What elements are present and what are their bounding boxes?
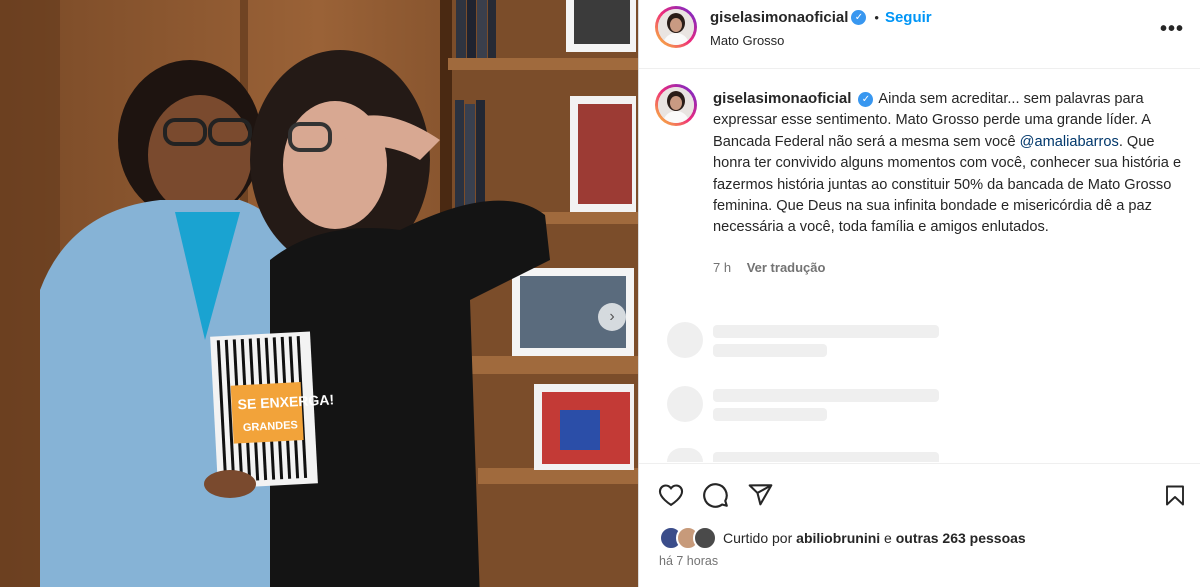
- liker-avatar[interactable]: [693, 526, 717, 550]
- caption-avatar-image: [658, 87, 694, 123]
- liked-by-others[interactable]: outras 263 pessoas: [896, 530, 1026, 546]
- next-photo-icon[interactable]: ›: [598, 303, 626, 331]
- likes-summary: Curtido por abiliobrunini e outras 263 p…: [659, 526, 1026, 550]
- header-user-line: giselasimonaoficial ✓ • Seguir: [710, 9, 932, 27]
- comment-skeleton-avatar: [667, 448, 703, 462]
- post-details-panel: giselasimonaoficial ✓ • Seguir Mato Grosso …: [638, 0, 1200, 587]
- share-icon[interactable]: [747, 482, 774, 508]
- verified-icon: ✓: [851, 10, 867, 26]
- post-photo: SE ENXERGA! GRANDES ›: [0, 0, 638, 587]
- comment-skeleton-line: [713, 389, 939, 402]
- avatar[interactable]: [655, 6, 697, 48]
- comment-icon[interactable]: [702, 482, 729, 509]
- post-caption: giselasimonaoficial ✓ Ainda sem acreditar.…: [713, 88, 1183, 239]
- caption-username[interactable]: giselasimonaoficial: [713, 90, 851, 107]
- post-actions: Curtido por abiliobrunini e outras 263 p…: [639, 463, 1200, 588]
- comment-skeleton-avatar: [667, 322, 703, 358]
- post-header: giselasimonaoficial ✓ • Seguir Mato Grosso …: [639, 0, 1200, 69]
- liker-avatars: [659, 526, 717, 550]
- liked-by-user[interactable]: abiliobrunini: [796, 530, 880, 546]
- comment-skeleton-line: [713, 452, 939, 462]
- comment-skeleton-avatar: [667, 386, 703, 422]
- liked-by-prefix: Curtido por: [723, 530, 793, 546]
- save-icon[interactable]: [1163, 482, 1187, 509]
- caption-age: 7 h: [713, 260, 732, 275]
- verified-icon: ✓: [858, 91, 874, 107]
- follow-button[interactable]: Seguir: [885, 9, 932, 26]
- comment-skeleton-line: [713, 408, 827, 421]
- comment-skeleton-line: [713, 325, 939, 338]
- separator-dot: •: [874, 10, 879, 25]
- translate-link[interactable]: Ver tradução: [747, 260, 826, 275]
- liked-by-connector: e: [884, 530, 892, 546]
- post-location[interactable]: Mato Grosso: [710, 33, 784, 48]
- post-modal: SE ENXERGA! GRANDES › giselasimonaoficia…: [0, 0, 1200, 587]
- avatar-image: [658, 9, 694, 45]
- caption-meta: 7 h Ver tradução: [713, 260, 837, 275]
- caption-mention[interactable]: @amaliabarros: [1020, 134, 1119, 150]
- comment-skeleton-line: [713, 344, 827, 357]
- post-timestamp[interactable]: há 7 horas: [659, 554, 718, 568]
- header-username[interactable]: giselasimonaoficial: [710, 9, 848, 26]
- caption-avatar[interactable]: [655, 84, 697, 126]
- more-options-icon[interactable]: •••: [1160, 18, 1184, 41]
- photo-illustration: SE ENXERGA! GRANDES: [0, 0, 638, 587]
- like-icon[interactable]: [657, 482, 685, 508]
